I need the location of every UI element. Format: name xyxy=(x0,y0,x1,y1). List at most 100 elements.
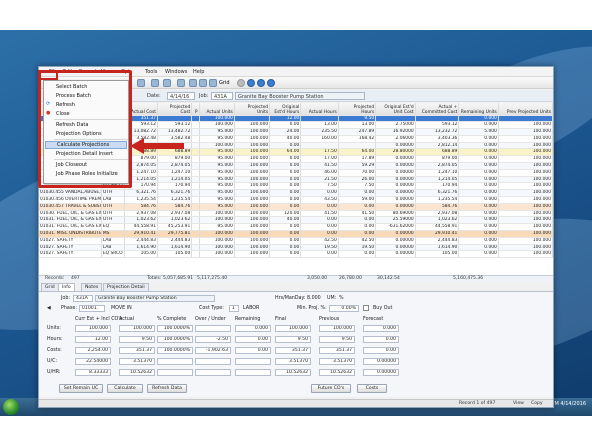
detail-value-field[interactable]: 10.52632 xyxy=(275,369,311,376)
detail-value-field[interactable] xyxy=(157,358,193,365)
column-header[interactable]: Original Est'd Hours xyxy=(269,103,302,116)
job-field[interactable]: 431A xyxy=(211,92,233,100)
set-remain-uc-button[interactable]: Set Remain UC xyxy=(59,384,103,393)
detail-value-field[interactable] xyxy=(195,358,231,365)
detail-value-field[interactable]: 3.51370 xyxy=(275,358,311,365)
detail-value-field[interactable] xyxy=(157,369,193,376)
start-button[interactable] xyxy=(3,399,19,415)
refresh-data-button[interactable]: Refresh Data xyxy=(147,384,187,393)
table-row[interactable]: 01031. FUEL, OIL, & GAS EXT. EQ 44,558.91 4… xyxy=(39,223,553,232)
column-header[interactable]: Original Est'd Unit Cost xyxy=(375,103,416,116)
search-icon[interactable] xyxy=(137,79,145,87)
detail-value-field[interactable]: 0.00 xyxy=(235,347,271,354)
detail-value-field[interactable]: 9.50 xyxy=(275,336,311,343)
calculate-button[interactable]: Calculate xyxy=(107,384,143,393)
detail-value-field[interactable]: 8.33333 xyxy=(75,369,111,376)
detail-value-field[interactable]: 100.000 xyxy=(275,325,311,332)
cost-type-field[interactable]: 1 xyxy=(229,305,239,312)
detail-value-field[interactable]: 3.51370 xyxy=(119,358,155,365)
tab-grid[interactable]: Grid xyxy=(41,283,59,291)
min-proj-field[interactable]: 0.00% xyxy=(329,305,359,312)
column-header[interactable]: Actual Units xyxy=(199,103,235,116)
tab-info[interactable]: Info xyxy=(58,283,75,291)
tab-notes[interactable]: Notes xyxy=(81,283,103,291)
detail-value-field[interactable]: 10.52632 xyxy=(119,369,155,376)
detail-value-field[interactable]: 351.37 xyxy=(319,347,355,354)
detail-value-field[interactable]: 0.00000 xyxy=(363,369,399,376)
column-header[interactable]: Remaining Units xyxy=(458,103,499,116)
future-cos-button[interactable]: Future CO's xyxy=(311,384,351,393)
table-row[interactable]: 01030.457 TRAVEL & SUBSISTANCEOTH584.765… xyxy=(39,203,553,211)
table-row[interactable]: 01030.456 OVERTIME PREMIUMLAB1,235.541,2… xyxy=(39,196,553,204)
column-header[interactable]: Projected Units xyxy=(234,103,271,116)
detail-value-field[interactable]: 12.00 xyxy=(75,336,111,343)
date-field[interactable]: 4/14/16 xyxy=(167,92,195,100)
detail-value-field[interactable] xyxy=(235,358,271,365)
bookmark-icon[interactable] xyxy=(177,79,185,87)
table-row[interactable]: 01031. FUEL, OIL, & GAS EXT. OTH 1,023.62 1… xyxy=(39,216,553,225)
detail-value-field[interactable]: 9.50 xyxy=(319,336,355,343)
detail-value-field[interactable]: 100.000 xyxy=(75,325,111,332)
menu-tools[interactable]: Tools xyxy=(145,69,157,75)
table-row[interactable]: 01030. FUEL, OIL, & GAS EXT. OTH 2,937.08 2… xyxy=(39,210,553,218)
buyout-checkbox[interactable] xyxy=(363,305,369,311)
table-row[interactable]: 01031. MISC UNDISTRIBUTED MS 29,910.41 29,7… xyxy=(39,230,553,238)
phase-cell: 01030.456 OVERTIME PREMIUM xyxy=(39,196,102,204)
column-header[interactable]: Projected Hours xyxy=(338,103,377,116)
menu-help[interactable]: Help xyxy=(193,69,204,75)
grid-label[interactable]: Grid xyxy=(219,80,230,86)
grid-cell: 95.000 xyxy=(199,135,235,143)
view-label[interactable]: View xyxy=(513,401,524,406)
column-header[interactable]: Projected Cost xyxy=(157,103,193,116)
nav-prev-icon[interactable] xyxy=(247,79,255,87)
copy-label[interactable]: Copy xyxy=(531,401,543,406)
table-row[interactable]: 01030.455 VANDAL,ABUSE,EXC.WEAROTH6,321.… xyxy=(39,189,553,198)
detail-value-field[interactable]: 100.000 xyxy=(319,325,355,332)
detail-value-field[interactable]: 100.0000% xyxy=(157,325,193,332)
column-header[interactable]: Prev Projected Units xyxy=(498,103,553,116)
column-header[interactable]: Actual + Committed Cost xyxy=(415,103,460,116)
detail-value-field[interactable] xyxy=(195,325,231,332)
detail-value-field[interactable]: 9.50 xyxy=(119,336,155,343)
grid-cell: 100.000 xyxy=(199,250,235,259)
column-header[interactable]: Actual Hours xyxy=(300,103,339,116)
menu-windows[interactable]: Windows xyxy=(165,69,187,75)
phase-nav-icon[interactable]: ◀ xyxy=(47,306,51,311)
phase-field[interactable]: 01001. xyxy=(79,305,105,312)
dropdown-arrow-icon[interactable] xyxy=(163,79,171,87)
filter-icon[interactable] xyxy=(189,79,197,87)
detail-value-field[interactable]: 0.00 xyxy=(363,336,399,343)
table-row[interactable]: 01027. SAFETY LAB 2,444.83 2,444.83 100.000 1… xyxy=(39,237,553,245)
column-header[interactable]: P xyxy=(191,103,200,116)
detail-value-field[interactable]: 351.37 xyxy=(275,347,311,354)
grid-cell: 0.000 xyxy=(458,210,499,218)
grid-icon[interactable] xyxy=(209,79,217,87)
attachment-icon[interactable] xyxy=(151,79,159,87)
nav-last-icon[interactable] xyxy=(267,79,275,87)
table-row[interactable]: 01027. SAFETY LAB 1,614.90 1,614.90 100.000 1… xyxy=(39,244,553,252)
table-row[interactable]: 01027. SAFETY EQ SRCO 105.00 105.00 100.000 1… xyxy=(39,250,553,259)
detail-value-field[interactable]: 0.000 xyxy=(235,325,271,332)
nav-next-icon[interactable] xyxy=(257,79,265,87)
detail-value-field[interactable]: 10.52632 xyxy=(319,369,355,376)
costs-button[interactable]: Costs xyxy=(357,384,387,393)
detail-value-field[interactable]: 0.00 xyxy=(363,347,399,354)
detail-value-field[interactable]: 351.37 xyxy=(119,347,155,354)
export-icon[interactable] xyxy=(199,79,207,87)
detail-value-field[interactable]: 2,254.00 xyxy=(75,347,111,354)
detail-value-field[interactable]: 100.0000% xyxy=(157,336,193,343)
detail-value-field[interactable]: -2.50 xyxy=(195,336,231,343)
detail-value-field[interactable] xyxy=(195,369,231,376)
detail-value-field[interactable]: 0.00000 xyxy=(363,358,399,365)
detail-value-field[interactable]: -1,902.63 xyxy=(195,347,231,354)
detail-value-field[interactable]: 22.54000 xyxy=(75,358,111,365)
tab-projection-detail[interactable]: Projection Detail xyxy=(103,283,149,291)
nav-first-icon[interactable] xyxy=(237,79,245,87)
detail-value-field[interactable] xyxy=(235,369,271,376)
detail-value-field[interactable]: 100.000 xyxy=(119,325,155,332)
detail-value-field[interactable]: 0.00 xyxy=(235,336,271,343)
detail-value-field[interactable]: 0.000 xyxy=(363,325,399,332)
detail-value-field[interactable]: 3.51370 xyxy=(319,358,355,365)
detail-job-field[interactable]: 431A xyxy=(73,295,93,302)
detail-value-field[interactable]: 100.0000% xyxy=(157,347,193,354)
